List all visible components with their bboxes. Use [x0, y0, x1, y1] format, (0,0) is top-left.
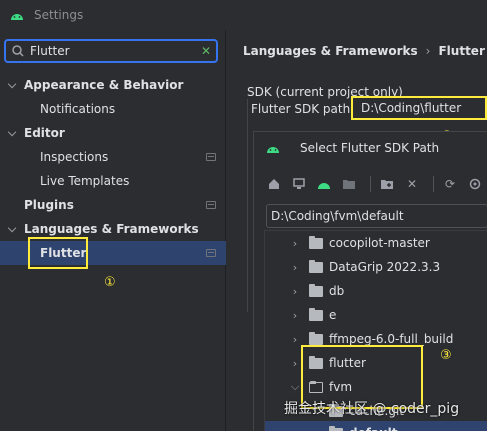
folder-name: db: [329, 284, 345, 298]
sidebar-item-appearance-behavior[interactable]: ⌵ Appearance & Behavior: [0, 73, 226, 97]
show-hidden-icon[interactable]: [465, 174, 485, 194]
dialog-path-input[interactable]: D:\Coding\fvm\default: [266, 204, 487, 228]
folder-icon: [309, 283, 323, 297]
dialog-title-bar: Select Flutter SDK Path: [254, 132, 487, 164]
breadcrumb-current: Flutter: [438, 44, 485, 58]
chevron-right-icon[interactable]: ›: [289, 285, 301, 298]
highlight-box-flutter: [28, 237, 88, 269]
chevron-right-icon[interactable]: ›: [289, 333, 301, 346]
chevron-down-icon: ⌵: [7, 222, 17, 235]
android-icon: [10, 10, 24, 20]
folder-name: ffmpeg-6.0-full_build: [329, 332, 454, 346]
step-marker-3: ③: [440, 348, 452, 363]
project-scope-icon: [206, 153, 216, 161]
sidebar-item-plugins[interactable]: Plugins: [0, 193, 226, 217]
chevron-right-icon[interactable]: ›: [289, 237, 301, 250]
breadcrumb: Languages & Frameworks › Flutter: [243, 44, 487, 58]
sidebar-item-notifications[interactable]: Notifications: [0, 97, 226, 121]
folder-name: default: [349, 426, 397, 431]
folder-name: DataGrip 2022.3.3: [329, 260, 441, 274]
home-icon[interactable]: [264, 174, 284, 194]
group-border: [247, 92, 249, 312]
project-scope-icon: [206, 201, 216, 209]
chevron-right-icon[interactable]: ›: [289, 357, 301, 370]
sdk-path-label: Flutter SDK path:: [251, 102, 355, 116]
android-icon: [266, 143, 280, 153]
search-icon: [10, 43, 26, 59]
toolbar-separator: [433, 176, 434, 192]
flutter-sdk-path-field[interactable]: D:\Coding\flutter: [351, 96, 487, 120]
search-input[interactable]: Flutter ✕: [4, 39, 218, 63]
refresh-icon[interactable]: ⟳: [440, 174, 460, 194]
new-folder-icon[interactable]: [377, 174, 397, 194]
sidebar-item-inspections[interactable]: Inspections: [0, 145, 226, 169]
sidebar-item-label: Languages & Frameworks: [24, 222, 199, 236]
sidebar-item-live-templates[interactable]: Live Templates: [0, 169, 226, 193]
sidebar-item-editor[interactable]: ⌵ Editor: [0, 121, 226, 145]
project-scope-icon: [206, 249, 216, 257]
list-item[interactable]: › DataGrip 2022.3.3: [265, 255, 487, 279]
search-value: Flutter: [30, 44, 70, 58]
folder-icon: [309, 259, 323, 273]
desktop-icon[interactable]: [289, 174, 309, 194]
folder-name: e: [329, 308, 337, 322]
folder-icon: [309, 235, 323, 249]
title-bar: Settings: [0, 0, 487, 30]
dialog-title: Select Flutter SDK Path: [300, 141, 440, 155]
delete-icon[interactable]: ✕: [402, 174, 422, 194]
dialog-toolbar: ✕ ⟳: [264, 172, 487, 196]
clear-search-icon[interactable]: ✕: [201, 44, 211, 58]
toolbar-separator: [370, 176, 371, 192]
list-item[interactable]: › e: [265, 303, 487, 327]
sidebar-item-label: Appearance & Behavior: [24, 78, 184, 92]
chevron-right-icon[interactable]: ›: [309, 427, 321, 431]
chevron-down-icon[interactable]: ⌵: [289, 380, 301, 394]
chevron-down-icon: ⌵: [7, 126, 17, 139]
sdk-path-value: D:\Coding\flutter: [361, 101, 462, 115]
sidebar-item-label: Editor: [24, 126, 65, 140]
folder-link-icon: [329, 425, 343, 431]
folder-name: cocopilot-master: [329, 236, 430, 250]
chevron-right-icon[interactable]: ›: [289, 261, 301, 274]
breadcrumb-separator: ›: [425, 44, 431, 58]
chevron-right-icon[interactable]: ›: [289, 309, 301, 322]
folder-icon: [309, 331, 323, 345]
sidebar-item-label: Plugins: [24, 198, 74, 212]
list-item[interactable]: › db: [265, 279, 487, 303]
folder-icon: [309, 307, 323, 321]
sidebar-item-label: Live Templates: [40, 174, 130, 188]
settings-sidebar: Flutter ✕ ⌵ Appearance & Behavior Notifi…: [0, 30, 226, 431]
chevron-down-icon: ⌵: [7, 78, 17, 91]
sidebar-item-label: Inspections: [40, 150, 109, 164]
module-folder-icon[interactable]: [339, 174, 359, 194]
list-item[interactable]: › cocopilot-master: [265, 231, 487, 255]
sidebar-item-label: Notifications: [40, 102, 116, 116]
dialog-path-value: D:\Coding\fvm\default: [271, 209, 404, 223]
list-item[interactable]: › default: [265, 421, 487, 431]
window-title: Settings: [34, 8, 84, 22]
step-marker-1: ①: [104, 275, 116, 290]
android-project-icon[interactable]: [314, 174, 334, 194]
breadcrumb-parent[interactable]: Languages & Frameworks: [243, 44, 418, 58]
watermark: 掘金技术社区 @ coder_pig: [284, 401, 460, 417]
